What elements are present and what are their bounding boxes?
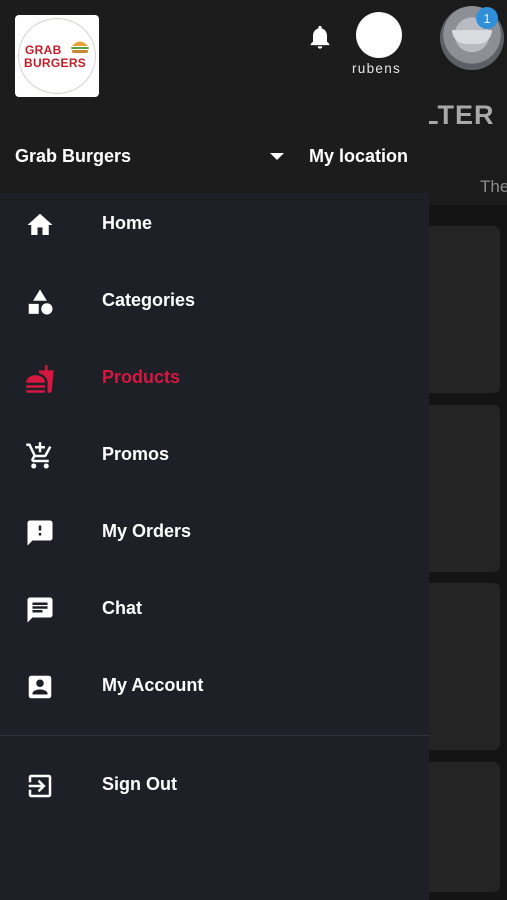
navigation-drawer: GRAB BURGERS rubens Grab Burgers My loca… — [0, 0, 429, 900]
burger-icon — [71, 41, 89, 53]
exit-icon — [28, 774, 52, 798]
product-card[interactable] — [418, 583, 500, 750]
product-card[interactable] — [418, 226, 500, 393]
fastfood-icon — [26, 365, 54, 393]
menu-item-categories[interactable]: Categories — [0, 267, 429, 337]
user-avatar[interactable] — [356, 12, 402, 58]
menu-item-my-account[interactable]: My Account — [0, 652, 429, 722]
menu-item-home[interactable]: Home — [0, 190, 429, 260]
logo-text: BURGERS — [24, 56, 87, 70]
bell-icon[interactable] — [306, 22, 334, 52]
logo-text: GRAB — [25, 43, 62, 57]
menu-item-label: Promos — [102, 444, 170, 464]
brand-logo[interactable]: GRAB BURGERS — [15, 15, 99, 97]
account-box-icon — [28, 675, 52, 699]
drawer-header: GRAB BURGERS rubens Grab Burgers My loca… — [0, 0, 429, 193]
tab-partial[interactable]: The — [480, 177, 507, 197]
add-cart-icon — [26, 442, 52, 469]
feedback-icon — [27, 520, 53, 546]
menu-item-label: My Account — [102, 675, 204, 695]
menu-item-label: Sign Out — [102, 774, 177, 794]
menu-item-my-orders[interactable]: My Orders — [0, 498, 429, 568]
menu-item-promos[interactable]: Promos — [0, 421, 429, 491]
chevron-down-icon[interactable] — [270, 153, 284, 160]
menu-item-sign-out[interactable]: Sign Out — [0, 751, 429, 821]
filter-heading[interactable]: LTER — [422, 100, 495, 131]
product-card[interactable] — [418, 405, 500, 572]
menu-item-label: Products — [102, 367, 181, 387]
location-button[interactable]: My location — [309, 146, 408, 167]
menu-item-products[interactable]: Products — [0, 344, 429, 414]
chat-icon — [27, 597, 53, 623]
home-icon — [27, 213, 53, 235]
grill-image — [452, 30, 492, 44]
menu-item-label: Home — [102, 213, 153, 233]
product-card[interactable] — [418, 762, 500, 892]
menu-item-label: Chat — [102, 598, 142, 618]
menu-item-label: My Orders — [102, 521, 192, 541]
menu-divider — [0, 735, 429, 736]
username: rubens — [352, 61, 402, 76]
menu-item-label: Categories — [102, 290, 196, 310]
cart-badge: 1 — [476, 7, 498, 29]
menu-item-chat[interactable]: Chat — [0, 575, 429, 645]
store-name[interactable]: Grab Burgers — [15, 146, 131, 167]
categories-icon — [28, 289, 53, 315]
